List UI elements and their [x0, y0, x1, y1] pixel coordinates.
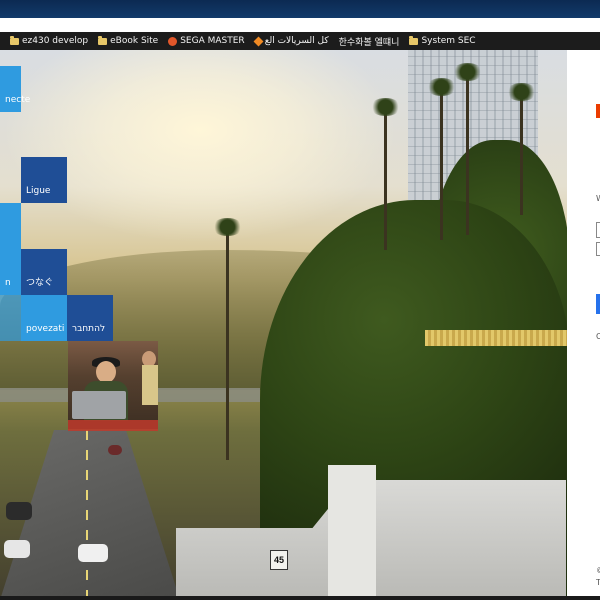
browser-address-area[interactable]: [0, 18, 600, 32]
car: [108, 445, 122, 455]
bookmark-korean[interactable]: 한수화볼 엘떄니: [339, 35, 400, 48]
bookmarks-bar: ez430 develop eBook Site SEGA MASTER كل …: [0, 32, 600, 50]
tile-n: n: [0, 203, 21, 295]
footer-copyright: ©: [596, 566, 600, 575]
browser-title-bar: [0, 0, 600, 18]
bookmark-label: ez430 develop: [22, 36, 89, 46]
palm-tree: [212, 218, 243, 460]
panel-heading: W: [596, 194, 600, 203]
background-scene: 45 necte Ligue n つなぐ povezati להתחבר: [0, 50, 567, 596]
sign-in-panel: W C © T: [567, 50, 600, 596]
bookmark-label: System SEC: [421, 36, 476, 46]
folder-icon: [409, 35, 419, 45]
people-photo-tile: [68, 341, 158, 429]
tile-label: להתחבר: [72, 324, 106, 334]
car: [6, 502, 32, 520]
concrete-pillar: [328, 465, 376, 596]
panel-link[interactable]: C: [596, 332, 600, 341]
bottom-bar: [0, 596, 600, 600]
palm-tree: [506, 83, 537, 215]
folder-icon: [10, 35, 19, 45]
folder-icon: [98, 35, 108, 45]
logo-icon: [596, 104, 600, 118]
bookmark-system-sec[interactable]: System SEC: [409, 35, 476, 46]
footer-terms-link[interactable]: T: [596, 578, 600, 587]
palm-tree: [426, 78, 457, 240]
bookmark-arabic[interactable]: كل السريالات الع: [253, 36, 329, 46]
tile-ligue: Ligue: [21, 157, 67, 203]
tile-tsunagu: つなぐ: [21, 249, 67, 295]
sign-in-button[interactable]: [596, 294, 600, 314]
car: [4, 540, 30, 558]
car: [78, 544, 108, 562]
password-field[interactable]: [596, 242, 600, 256]
palm-tree: [452, 63, 483, 235]
sega-icon: [168, 36, 178, 46]
tile-label: povezati: [26, 324, 65, 334]
bookmark-label: eBook Site: [110, 36, 159, 46]
tile-connecte: necte: [0, 66, 30, 112]
email-field[interactable]: [596, 222, 600, 238]
laptop-icon: [72, 391, 126, 419]
speed-limit-sign: 45: [270, 550, 288, 570]
diamond-icon: [253, 36, 264, 46]
tile-povezati: povezati: [21, 295, 67, 341]
bookmark-ez430[interactable]: ez430 develop: [10, 35, 89, 46]
yellow-fence: [425, 330, 567, 346]
tile-accent: [0, 295, 21, 341]
bookmark-sega-master[interactable]: SEGA MASTER: [168, 36, 245, 46]
bookmark-label: كل السريالات الع: [264, 36, 329, 46]
palm-tree: [370, 98, 401, 250]
tile-label: necte: [5, 95, 31, 105]
person: [142, 351, 158, 411]
tile-label: n: [5, 278, 11, 288]
tile-hebrew: להתחבר: [67, 295, 113, 341]
bookmark-label: 한수화볼 엘떄니: [338, 37, 400, 48]
tile-label: つなぐ: [26, 278, 54, 288]
bookmark-label: SEGA MASTER: [180, 36, 245, 46]
photo-tile-base: [68, 420, 158, 431]
bookmark-ebook-site[interactable]: eBook Site: [98, 35, 159, 46]
tile-label: Ligue: [26, 186, 51, 196]
